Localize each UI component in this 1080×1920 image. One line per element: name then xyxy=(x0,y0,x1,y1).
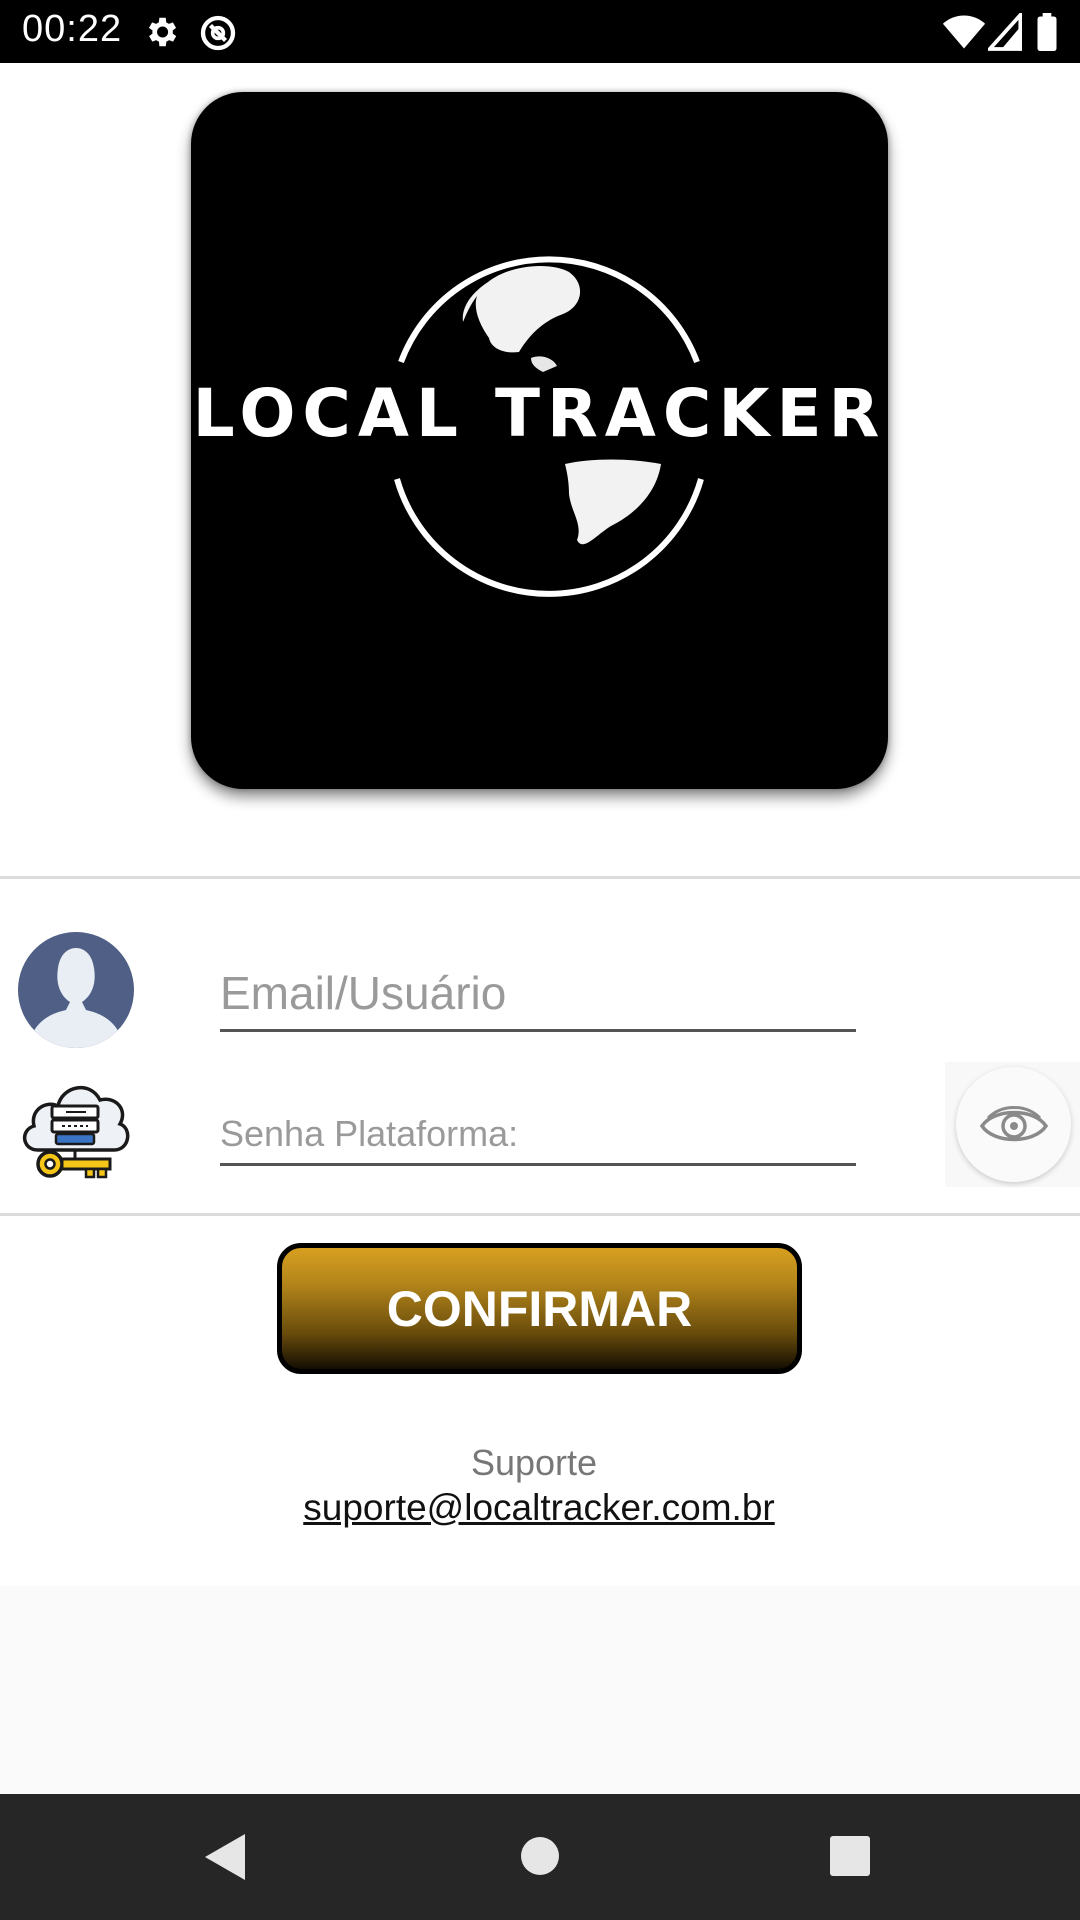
gear-icon xyxy=(142,13,180,56)
navigation-bar xyxy=(0,1794,1080,1920)
confirm-button[interactable]: CONFIRMAR xyxy=(277,1243,802,1374)
signal-icon xyxy=(985,10,1023,56)
password-field[interactable] xyxy=(220,1105,856,1166)
app-logo: LOCAL TRACKER xyxy=(191,92,888,789)
logo-text: LOCAL TRACKER xyxy=(192,375,887,452)
battery-icon xyxy=(1036,13,1058,56)
status-time: 00:22 xyxy=(22,8,123,50)
user-avatar-icon xyxy=(18,932,134,1048)
support-email-link[interactable]: suporte@localtracker.com.br xyxy=(0,1487,1078,1529)
bottom-spacer xyxy=(0,1586,1080,1794)
email-field[interactable] xyxy=(220,958,856,1032)
support-label: Suporte xyxy=(470,1442,598,1483)
toggle-password-visibility-button[interactable] xyxy=(956,1067,1071,1182)
form-divider xyxy=(0,1213,1080,1216)
eye-icon xyxy=(979,1105,1048,1141)
email-input[interactable] xyxy=(220,958,856,1028)
home-icon[interactable] xyxy=(520,1836,560,1881)
back-icon[interactable] xyxy=(203,1832,247,1887)
password-input[interactable] xyxy=(220,1105,856,1163)
top-divider xyxy=(0,876,1080,879)
cloud-key-icon xyxy=(16,1066,134,1182)
status-bar: 00:22 xyxy=(0,0,1080,63)
do-not-disturb-icon xyxy=(198,13,238,58)
recents-icon[interactable] xyxy=(830,1836,870,1881)
wifi-icon xyxy=(942,13,986,56)
